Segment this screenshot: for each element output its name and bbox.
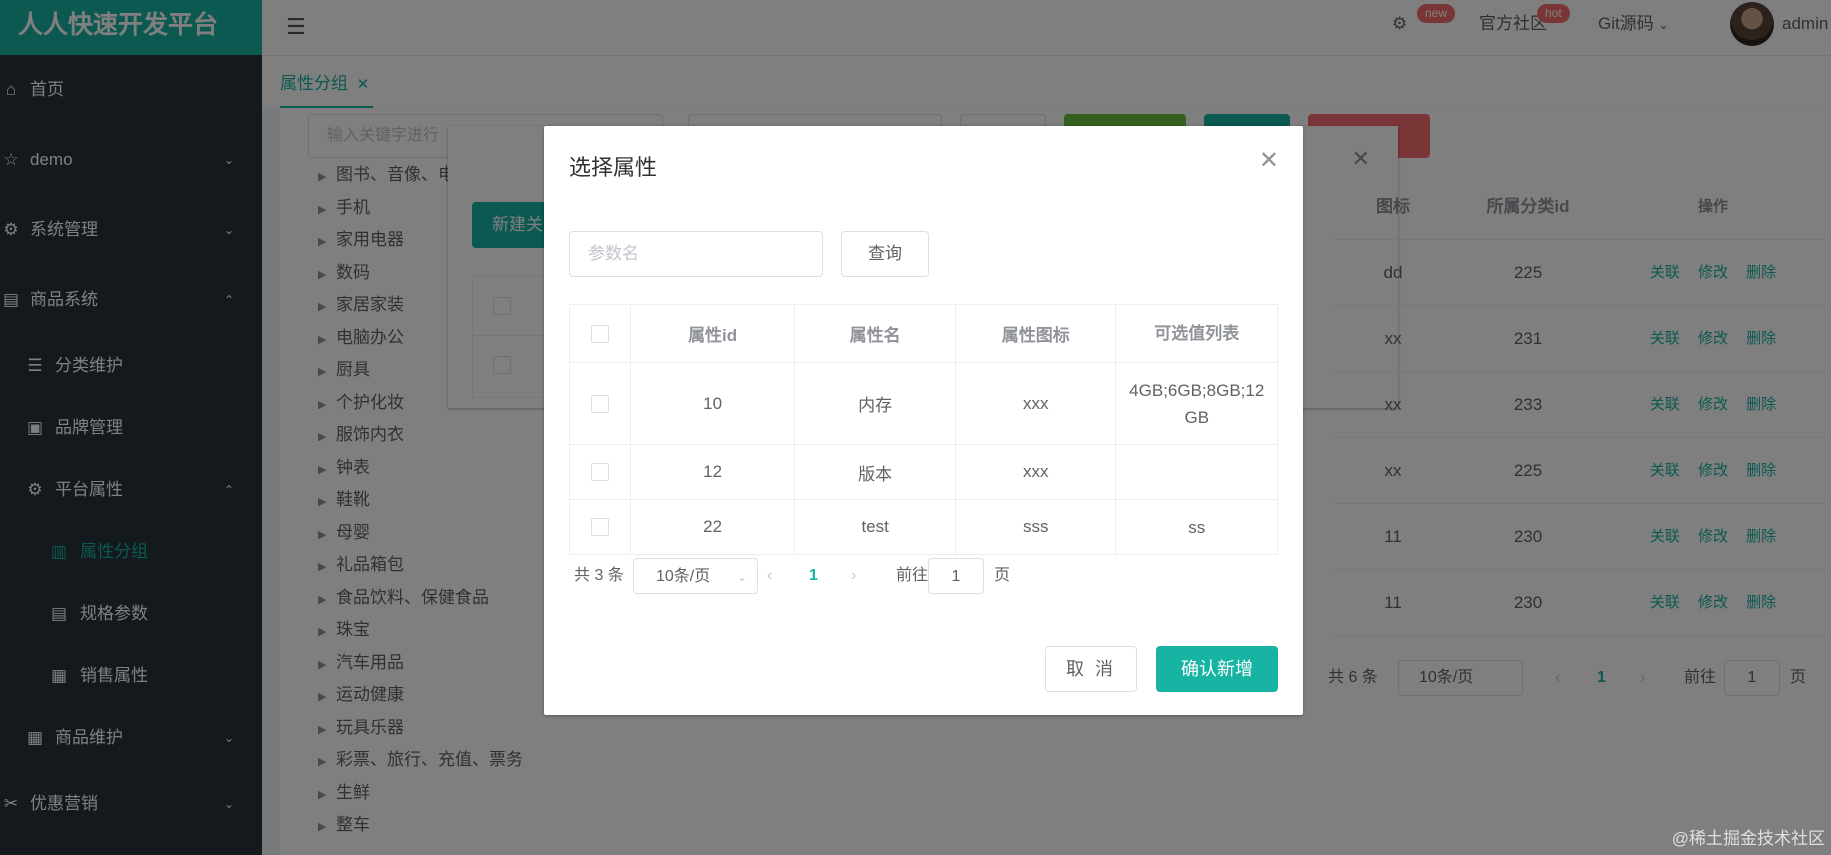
param-name-input[interactable]: 参数名 (569, 231, 823, 277)
attr-id-cell: 22 (631, 500, 796, 554)
attr-icon-cell: sss (956, 500, 1117, 554)
select-attribute-dialog: 选择属性 ✕ 参数名 查询 属性id 属性名 属性图标 可选值列表 10 内存 xx… (544, 126, 1303, 715)
attr-name-cell: 版本 (795, 445, 956, 499)
goto-label: 前往 (896, 567, 929, 584)
confirm-add-button[interactable]: 确认新增 (1156, 646, 1278, 692)
row-checkbox[interactable] (590, 463, 609, 481)
select-all-cell (570, 305, 631, 362)
cancel-button[interactable]: 取 消 (1045, 646, 1137, 692)
pagination: 共 3 条 10条/页 ⌄ ‹ 1 › 前往 1 页 (569, 558, 1278, 594)
next-page-icon[interactable]: › (851, 558, 856, 594)
row-checkbox[interactable] (590, 518, 609, 536)
current-page[interactable]: 1 (809, 558, 818, 594)
total-count: 共 3 条 (574, 567, 624, 584)
chevron-down-icon: ⌄ (736, 570, 747, 584)
col-value-list: 可选值列表 (1154, 324, 1240, 343)
attr-icon-cell: xxx (956, 445, 1117, 499)
value-list-cell: 4GB;6GB;8GB;12GB (1129, 380, 1265, 427)
value-list-cell (1116, 445, 1277, 499)
select-all-checkbox[interactable] (590, 324, 609, 343)
dialog-title: 选择属性 (569, 155, 658, 180)
query-button[interactable]: 查询 (841, 231, 929, 277)
col-attr-name: 属性名 (795, 305, 956, 362)
col-attr-icon: 属性图标 (956, 305, 1117, 362)
table-row[interactable]: 12 版本 xxx (570, 445, 1277, 500)
goto-input[interactable]: 1 (928, 558, 984, 594)
attr-name-cell: test (795, 500, 956, 554)
attr-name-cell: 内存 (795, 363, 956, 444)
checkbox-cell (570, 500, 631, 554)
table-row[interactable]: 10 内存 xxx 4GB;6GB;8GB;12GB (570, 363, 1277, 445)
attr-id-cell: 10 (631, 363, 796, 444)
prev-page-icon[interactable]: ‹ (767, 558, 772, 594)
checkbox-cell (570, 363, 631, 444)
row-checkbox[interactable] (590, 394, 609, 413)
table-row[interactable]: 22 test sss ss (570, 500, 1277, 555)
value-list-cell: ss (1188, 517, 1206, 537)
page-size-select[interactable]: 10条/页 ⌄ (633, 558, 758, 594)
col-attr-id: 属性id (631, 305, 796, 362)
attribute-table: 属性id 属性名 属性图标 可选值列表 10 内存 xxx 4GB;6GB;8GB;1… (569, 304, 1278, 555)
table-header: 属性id 属性名 属性图标 可选值列表 (570, 305, 1277, 363)
checkbox-cell (570, 445, 631, 499)
attribute-table-body: 10 内存 xxx 4GB;6GB;8GB;12GB 12 版本 xxx 22 test sss s… (570, 363, 1277, 555)
attr-id-cell: 12 (631, 445, 796, 499)
watermark: @稀土掘金技术社区 (1671, 829, 1825, 848)
page-size-value: 10条/页 (656, 568, 711, 585)
goto-suffix: 页 (994, 567, 1011, 584)
close-icon[interactable]: ✕ (1259, 146, 1279, 175)
attr-icon-cell: xxx (956, 363, 1117, 444)
